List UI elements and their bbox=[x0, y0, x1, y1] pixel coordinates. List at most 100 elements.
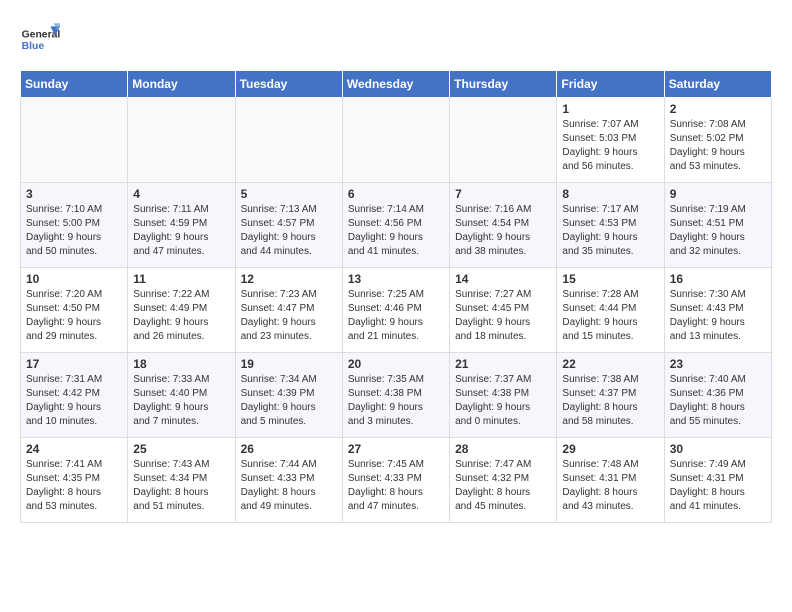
day-info: Sunrise: 7:16 AM Sunset: 4:54 PM Dayligh… bbox=[455, 203, 551, 259]
day-cell-4: 4Sunrise: 7:11 AM Sunset: 4:59 PM Daylig… bbox=[128, 183, 235, 268]
week-row-4: 17 Sunrise: 7:31 AM Sunset: 4:42 PM Dayli… bbox=[21, 353, 772, 438]
day-info: Sunrise: 7:27 AM Sunset: 4:45 PM Dayligh… bbox=[455, 288, 551, 344]
day-info: Sunrise: 7:31 AM Sunset: 4:42 PM Dayligh… bbox=[26, 373, 122, 429]
day-info: Sunrise: 7:30 AM Sunset: 4:43 PM Dayligh… bbox=[670, 288, 766, 344]
day-info: Sunrise: 7:23 AM Sunset: 4:47 PM Dayligh… bbox=[241, 288, 337, 344]
day-info: Sunrise: 7:48 AM Sunset: 4:31 PM Dayligh… bbox=[562, 458, 658, 514]
day-number: 20 bbox=[348, 357, 444, 371]
day-info: Sunrise: 7:25 AM Sunset: 4:46 PM Dayligh… bbox=[348, 288, 444, 344]
day-cell-14: 14 Sunrise: 7:27 AM Sunset: 4:45 PM Dayli… bbox=[450, 268, 557, 353]
week-row-3: 10 Sunrise: 7:20 AM Sunset: 4:50 PM Dayli… bbox=[21, 268, 772, 353]
day-cell-2: 2 Sunrise: 7:08 AM Sunset: 5:02 PM Daylig… bbox=[664, 98, 771, 183]
day-info: Sunrise: 7:49 AM Sunset: 4:31 PM Dayligh… bbox=[670, 458, 766, 514]
day-number: 19 bbox=[241, 357, 337, 371]
day-header-tuesday: Tuesday bbox=[235, 71, 342, 98]
day-number: 11 bbox=[133, 272, 229, 286]
day-info: Sunrise: 7:35 AM Sunset: 4:38 PM Dayligh… bbox=[348, 373, 444, 429]
day-number: 22 bbox=[562, 357, 658, 371]
day-number: 30 bbox=[670, 442, 766, 456]
day-info: Sunrise: 7:38 AM Sunset: 4:37 PM Dayligh… bbox=[562, 373, 658, 429]
day-number: 4 bbox=[133, 187, 229, 201]
day-cell-26: 26 Sunrise: 7:44 AM Sunset: 4:33 PM Dayli… bbox=[235, 438, 342, 523]
day-info: Sunrise: 7:33 AM Sunset: 4:40 PM Dayligh… bbox=[133, 373, 229, 429]
day-number: 6 bbox=[348, 187, 444, 201]
day-info: Sunrise: 7:40 AM Sunset: 4:36 PM Dayligh… bbox=[670, 373, 766, 429]
day-number: 29 bbox=[562, 442, 658, 456]
day-cell-20: 20 Sunrise: 7:35 AM Sunset: 4:38 PM Dayli… bbox=[342, 353, 449, 438]
day-info: Sunrise: 7:10 AM Sunset: 5:00 PM Dayligh… bbox=[26, 203, 122, 259]
day-number: 3 bbox=[26, 187, 122, 201]
day-cell-8: 8 Sunrise: 7:17 AM Sunset: 4:53 PM Daylig… bbox=[557, 183, 664, 268]
day-info: Sunrise: 7:19 AM Sunset: 4:51 PM Dayligh… bbox=[670, 203, 766, 259]
logo: General Blue bbox=[20, 20, 60, 60]
day-info: Sunrise: 7:17 AM Sunset: 4:53 PM Dayligh… bbox=[562, 203, 658, 259]
day-number: 5 bbox=[241, 187, 337, 201]
day-cell-6: 6 Sunrise: 7:14 AM Sunset: 4:56 PM Daylig… bbox=[342, 183, 449, 268]
day-cell-25: 25 Sunrise: 7:43 AM Sunset: 4:34 PM Dayli… bbox=[128, 438, 235, 523]
svg-text:Blue: Blue bbox=[22, 41, 45, 52]
day-info: Sunrise: 7:22 AM Sunset: 4:49 PM Dayligh… bbox=[133, 288, 229, 344]
day-cell-19: 19 Sunrise: 7:34 AM Sunset: 4:39 PM Dayli… bbox=[235, 353, 342, 438]
week-row-2: 3 Sunrise: 7:10 AM Sunset: 5:00 PM Daylig… bbox=[21, 183, 772, 268]
day-cell-7: 7Sunrise: 7:16 AM Sunset: 4:54 PM Daylig… bbox=[450, 183, 557, 268]
day-number: 14 bbox=[455, 272, 551, 286]
day-header-thursday: Thursday bbox=[450, 71, 557, 98]
day-header-wednesday: Wednesday bbox=[342, 71, 449, 98]
calendar-body: 1Sunrise: 7:07 AM Sunset: 5:03 PM Daylig… bbox=[21, 98, 772, 523]
empty-cell bbox=[450, 98, 557, 183]
day-header-monday: Monday bbox=[128, 71, 235, 98]
day-info: Sunrise: 7:20 AM Sunset: 4:50 PM Dayligh… bbox=[26, 288, 122, 344]
day-number: 17 bbox=[26, 357, 122, 371]
day-cell-16: 16 Sunrise: 7:30 AM Sunset: 4:43 PM Dayli… bbox=[664, 268, 771, 353]
day-header-friday: Friday bbox=[557, 71, 664, 98]
day-cell-22: 22 Sunrise: 7:38 AM Sunset: 4:37 PM Dayli… bbox=[557, 353, 664, 438]
day-number: 2 bbox=[670, 102, 766, 116]
day-number: 10 bbox=[26, 272, 122, 286]
day-info: Sunrise: 7:45 AM Sunset: 4:33 PM Dayligh… bbox=[348, 458, 444, 514]
day-info: Sunrise: 7:28 AM Sunset: 4:44 PM Dayligh… bbox=[562, 288, 658, 344]
day-info: Sunrise: 7:41 AM Sunset: 4:35 PM Dayligh… bbox=[26, 458, 122, 514]
day-number: 13 bbox=[348, 272, 444, 286]
day-number: 9 bbox=[670, 187, 766, 201]
day-cell-28: 28Sunrise: 7:47 AM Sunset: 4:32 PM Dayli… bbox=[450, 438, 557, 523]
empty-cell bbox=[128, 98, 235, 183]
day-cell-5: 5 Sunrise: 7:13 AM Sunset: 4:57 PM Daylig… bbox=[235, 183, 342, 268]
day-number: 21 bbox=[455, 357, 551, 371]
day-cell-23: 23 Sunrise: 7:40 AM Sunset: 4:36 PM Dayli… bbox=[664, 353, 771, 438]
day-number: 15 bbox=[562, 272, 658, 286]
day-info: Sunrise: 7:08 AM Sunset: 5:02 PM Dayligh… bbox=[670, 118, 766, 174]
day-cell-11: 11 Sunrise: 7:22 AM Sunset: 4:49 PM Dayli… bbox=[128, 268, 235, 353]
day-header-saturday: Saturday bbox=[664, 71, 771, 98]
calendar-header-row: SundayMondayTuesdayWednesdayThursdayFrid… bbox=[21, 71, 772, 98]
day-cell-30: 30 Sunrise: 7:49 AM Sunset: 4:31 PM Dayli… bbox=[664, 438, 771, 523]
week-row-1: 1Sunrise: 7:07 AM Sunset: 5:03 PM Daylig… bbox=[21, 98, 772, 183]
day-info: Sunrise: 7:07 AM Sunset: 5:03 PM Dayligh… bbox=[562, 118, 658, 174]
day-header-sunday: Sunday bbox=[21, 71, 128, 98]
day-number: 26 bbox=[241, 442, 337, 456]
day-cell-18: 18 Sunrise: 7:33 AM Sunset: 4:40 PM Dayli… bbox=[128, 353, 235, 438]
empty-cell bbox=[235, 98, 342, 183]
empty-cell bbox=[21, 98, 128, 183]
day-info: Sunrise: 7:44 AM Sunset: 4:33 PM Dayligh… bbox=[241, 458, 337, 514]
logo-icon: General Blue bbox=[20, 20, 60, 60]
day-number: 25 bbox=[133, 442, 229, 456]
day-cell-27: 27Sunrise: 7:45 AM Sunset: 4:33 PM Dayli… bbox=[342, 438, 449, 523]
page-header: General Blue bbox=[20, 20, 772, 60]
day-cell-3: 3 Sunrise: 7:10 AM Sunset: 5:00 PM Daylig… bbox=[21, 183, 128, 268]
day-info: Sunrise: 7:14 AM Sunset: 4:56 PM Dayligh… bbox=[348, 203, 444, 259]
day-number: 23 bbox=[670, 357, 766, 371]
day-cell-13: 13 Sunrise: 7:25 AM Sunset: 4:46 PM Dayli… bbox=[342, 268, 449, 353]
day-info: Sunrise: 7:13 AM Sunset: 4:57 PM Dayligh… bbox=[241, 203, 337, 259]
day-number: 18 bbox=[133, 357, 229, 371]
day-number: 16 bbox=[670, 272, 766, 286]
day-cell-10: 10 Sunrise: 7:20 AM Sunset: 4:50 PM Dayli… bbox=[21, 268, 128, 353]
day-cell-17: 17 Sunrise: 7:31 AM Sunset: 4:42 PM Dayli… bbox=[21, 353, 128, 438]
day-info: Sunrise: 7:37 AM Sunset: 4:38 PM Dayligh… bbox=[455, 373, 551, 429]
day-info: Sunrise: 7:34 AM Sunset: 4:39 PM Dayligh… bbox=[241, 373, 337, 429]
day-cell-24: 24Sunrise: 7:41 AM Sunset: 4:35 PM Dayli… bbox=[21, 438, 128, 523]
day-info: Sunrise: 7:43 AM Sunset: 4:34 PM Dayligh… bbox=[133, 458, 229, 514]
empty-cell bbox=[342, 98, 449, 183]
day-number: 28 bbox=[455, 442, 551, 456]
day-cell-9: 9 Sunrise: 7:19 AM Sunset: 4:51 PM Daylig… bbox=[664, 183, 771, 268]
day-number: 8 bbox=[562, 187, 658, 201]
